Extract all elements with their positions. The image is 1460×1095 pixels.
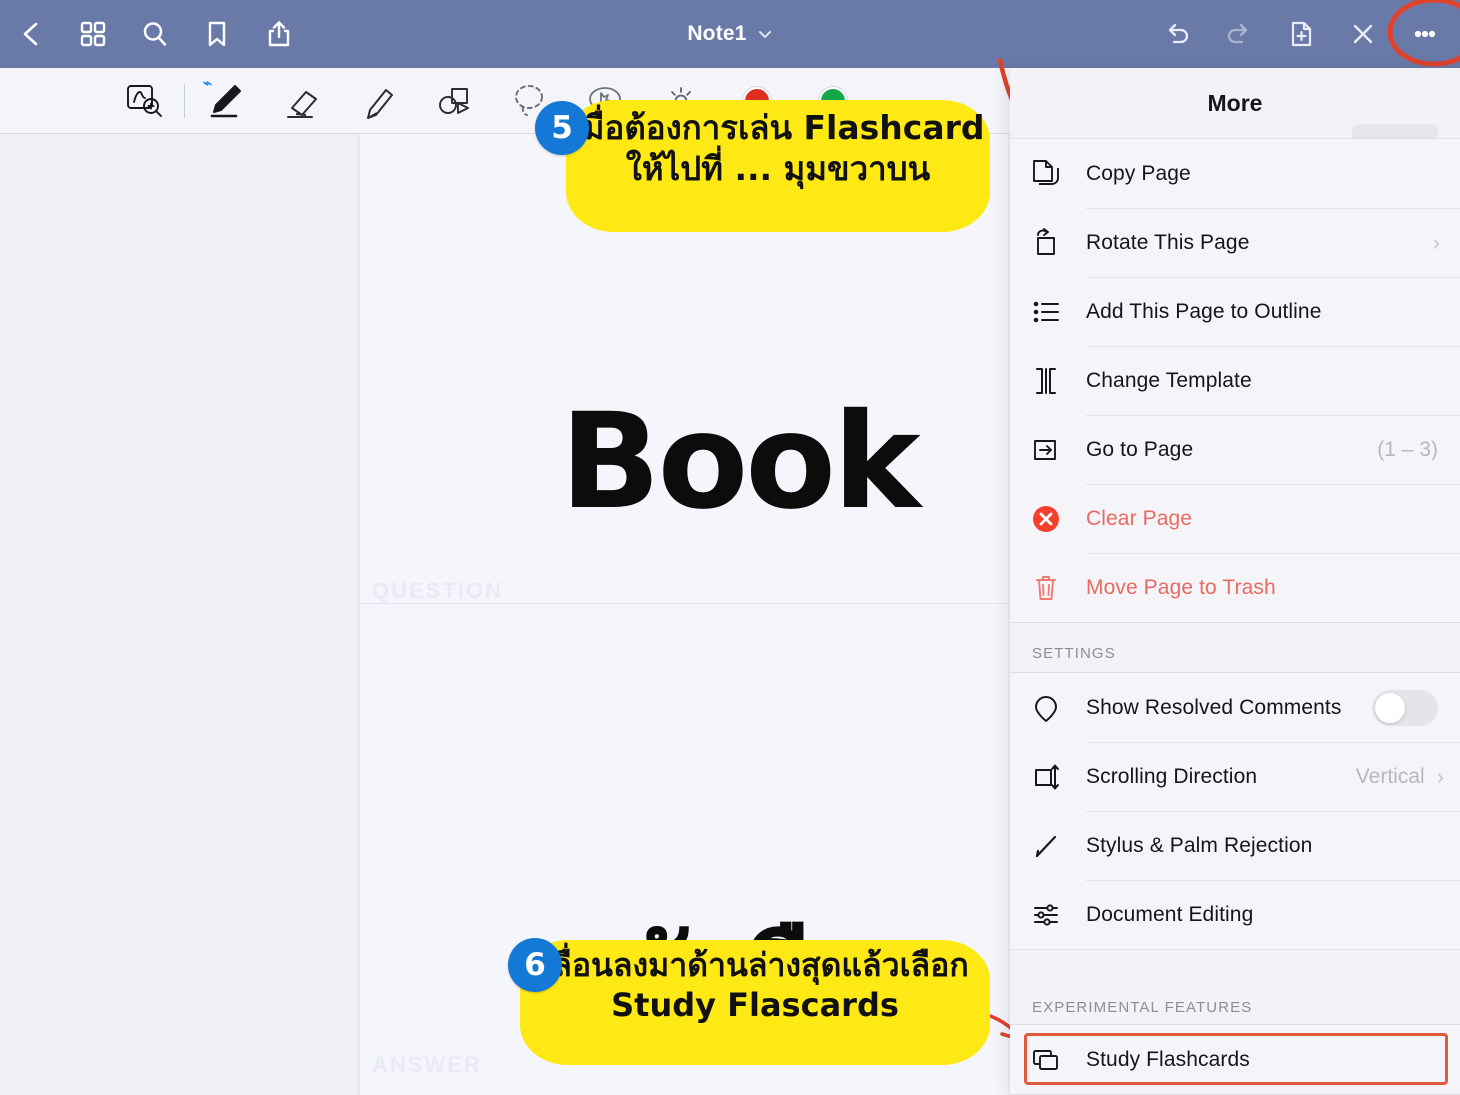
undo-icon[interactable] <box>1146 0 1208 68</box>
annotation-step6-badge: 6 <box>508 938 562 992</box>
annotation-step5-badge: 5 <box>535 101 589 155</box>
share-icon[interactable] <box>248 0 310 68</box>
more-menu-panel[interactable]: More Copy Page Rotate This Page › Add Th… <box>1010 68 1460 1095</box>
panel-grabber[interactable] <box>1352 124 1438 138</box>
menu-item-copy-page[interactable]: Copy Page <box>1010 139 1460 208</box>
menu-item-add-to-outline[interactable]: Add This Page to Outline <box>1010 277 1460 346</box>
nav-left-group <box>0 0 310 68</box>
more-ellipsis-icon[interactable] <box>1394 0 1456 68</box>
annotation-step5-line1: เมื่อต้องการเล่น Flashcard <box>571 108 985 147</box>
change-template-icon <box>1030 364 1086 398</box>
experimental-section-header: EXPERIMENTAL FEATURES <box>1032 999 1253 1016</box>
nav-right-group <box>1146 0 1456 68</box>
back-icon[interactable] <box>0 0 62 68</box>
annotation-step6-line2: Study Flascards <box>611 985 899 1024</box>
menu-item-rotate-page[interactable]: Rotate This Page › <box>1010 208 1460 277</box>
add-page-icon[interactable] <box>1270 0 1332 68</box>
menu-item-go-to-page[interactable]: Go to Page (1 – 3) <box>1010 415 1460 484</box>
bluetooth-icon: ⌁ <box>203 74 213 92</box>
answer-label: ANSWER <box>372 1052 482 1077</box>
menu-item-label: Scrolling Direction <box>1086 764 1258 788</box>
annotation-step5-line2: ให้ไปที่ ... มุมขวาบน <box>625 148 931 188</box>
app-root: Note1 ⌁ QUESTION ANSWER Book More Copy P… <box>0 0 1460 1095</box>
stylus-icon <box>1030 829 1086 863</box>
page-range-value: (1 – 3) <box>1377 437 1438 461</box>
page-title: Note1 <box>687 22 747 45</box>
menu-item-label: Show Resolved Comments <box>1086 695 1342 719</box>
annotation-step6-line1: เลื่อนลงมาด้านล่างสุดแล้วเลือก <box>541 946 969 984</box>
menu-item-label: Stylus & Palm Rejection <box>1086 833 1313 857</box>
panel-spacer <box>1010 950 1460 977</box>
chevron-right-icon: › <box>1436 763 1444 789</box>
search-icon[interactable] <box>124 0 186 68</box>
scrolling-direction-value: Vertical <box>1355 764 1425 788</box>
menu-item-clear-page[interactable]: Clear Page <box>1010 484 1460 553</box>
menu-item-stylus-palm-rejection[interactable]: Stylus & Palm Rejection <box>1010 811 1460 880</box>
highlighter-icon[interactable] <box>339 69 415 133</box>
menu-item-label: Rotate This Page <box>1086 230 1250 254</box>
menu-item-label: Go to Page <box>1086 437 1194 461</box>
pen-icon[interactable]: ⌁ <box>187 69 263 133</box>
scrolling-direction-icon <box>1030 760 1086 794</box>
close-tools-icon[interactable] <box>1332 0 1394 68</box>
bookmark-icon[interactable] <box>186 0 248 68</box>
annotation-step6-highlight: เลื่อนลงมาด้านล่างสุดแล้วเลือก Study Fla… <box>520 940 990 1065</box>
question-label: QUESTION <box>372 578 503 603</box>
menu-item-label: Move Page to Trash <box>1086 575 1276 599</box>
chevron-down-icon <box>758 31 771 38</box>
menu-item-label: Clear Page <box>1086 506 1193 530</box>
comment-pin-icon <box>1030 691 1086 725</box>
menu-item-label: Document Editing <box>1086 902 1254 926</box>
trash-icon <box>1030 571 1086 605</box>
menu-item-study-flashcards[interactable]: Study Flashcards <box>1010 1025 1460 1094</box>
page-actions-group: Copy Page Rotate This Page › Add This Pa… <box>1010 138 1460 623</box>
copy-page-icon <box>1030 157 1086 191</box>
menu-item-move-to-trash[interactable]: Move Page to Trash <box>1010 553 1460 622</box>
flashcards-icon <box>1030 1043 1086 1077</box>
go-to-page-icon <box>1030 433 1086 467</box>
menu-item-document-editing[interactable]: Document Editing <box>1010 880 1460 949</box>
outline-icon <box>1030 295 1086 329</box>
menu-item-label: Study Flashcards <box>1086 1047 1250 1071</box>
clear-page-icon <box>1030 502 1086 536</box>
experimental-group: Study Flashcards <box>1010 1024 1460 1095</box>
handwriting-book: Book <box>560 385 921 539</box>
toolbar-divider <box>184 83 185 118</box>
menu-item-label: Change Template <box>1086 368 1252 392</box>
menu-item-scrolling-direction[interactable]: Scrolling Direction Vertical › <box>1010 742 1460 811</box>
menu-item-change-template[interactable]: Change Template <box>1010 346 1460 415</box>
zoom-write-icon[interactable] <box>106 69 182 133</box>
top-navigation-bar: Note1 <box>0 0 1460 68</box>
document-editing-icon <box>1030 898 1086 932</box>
menu-item-label: Add This Page to Outline <box>1086 299 1322 323</box>
eraser-icon[interactable] <box>263 69 339 133</box>
annotation-step5-highlight: เมื่อต้องการเล่น Flashcard ให้ไปที่ ... … <box>566 100 990 232</box>
grid-thumbnails-icon[interactable] <box>62 0 124 68</box>
shapes-icon[interactable] <box>415 69 491 133</box>
settings-section-header: SETTINGS <box>1032 645 1116 662</box>
settings-group: Show Resolved Comments Scrolling Directi… <box>1010 672 1460 950</box>
menu-item-label: Copy Page <box>1086 161 1191 185</box>
chevron-right-icon: › <box>1432 229 1440 255</box>
show-resolved-comments-toggle[interactable] <box>1372 689 1438 726</box>
redo-icon[interactable] <box>1208 0 1270 68</box>
menu-item-show-resolved-comments[interactable]: Show Resolved Comments <box>1010 673 1460 742</box>
rotate-page-icon <box>1030 226 1086 260</box>
